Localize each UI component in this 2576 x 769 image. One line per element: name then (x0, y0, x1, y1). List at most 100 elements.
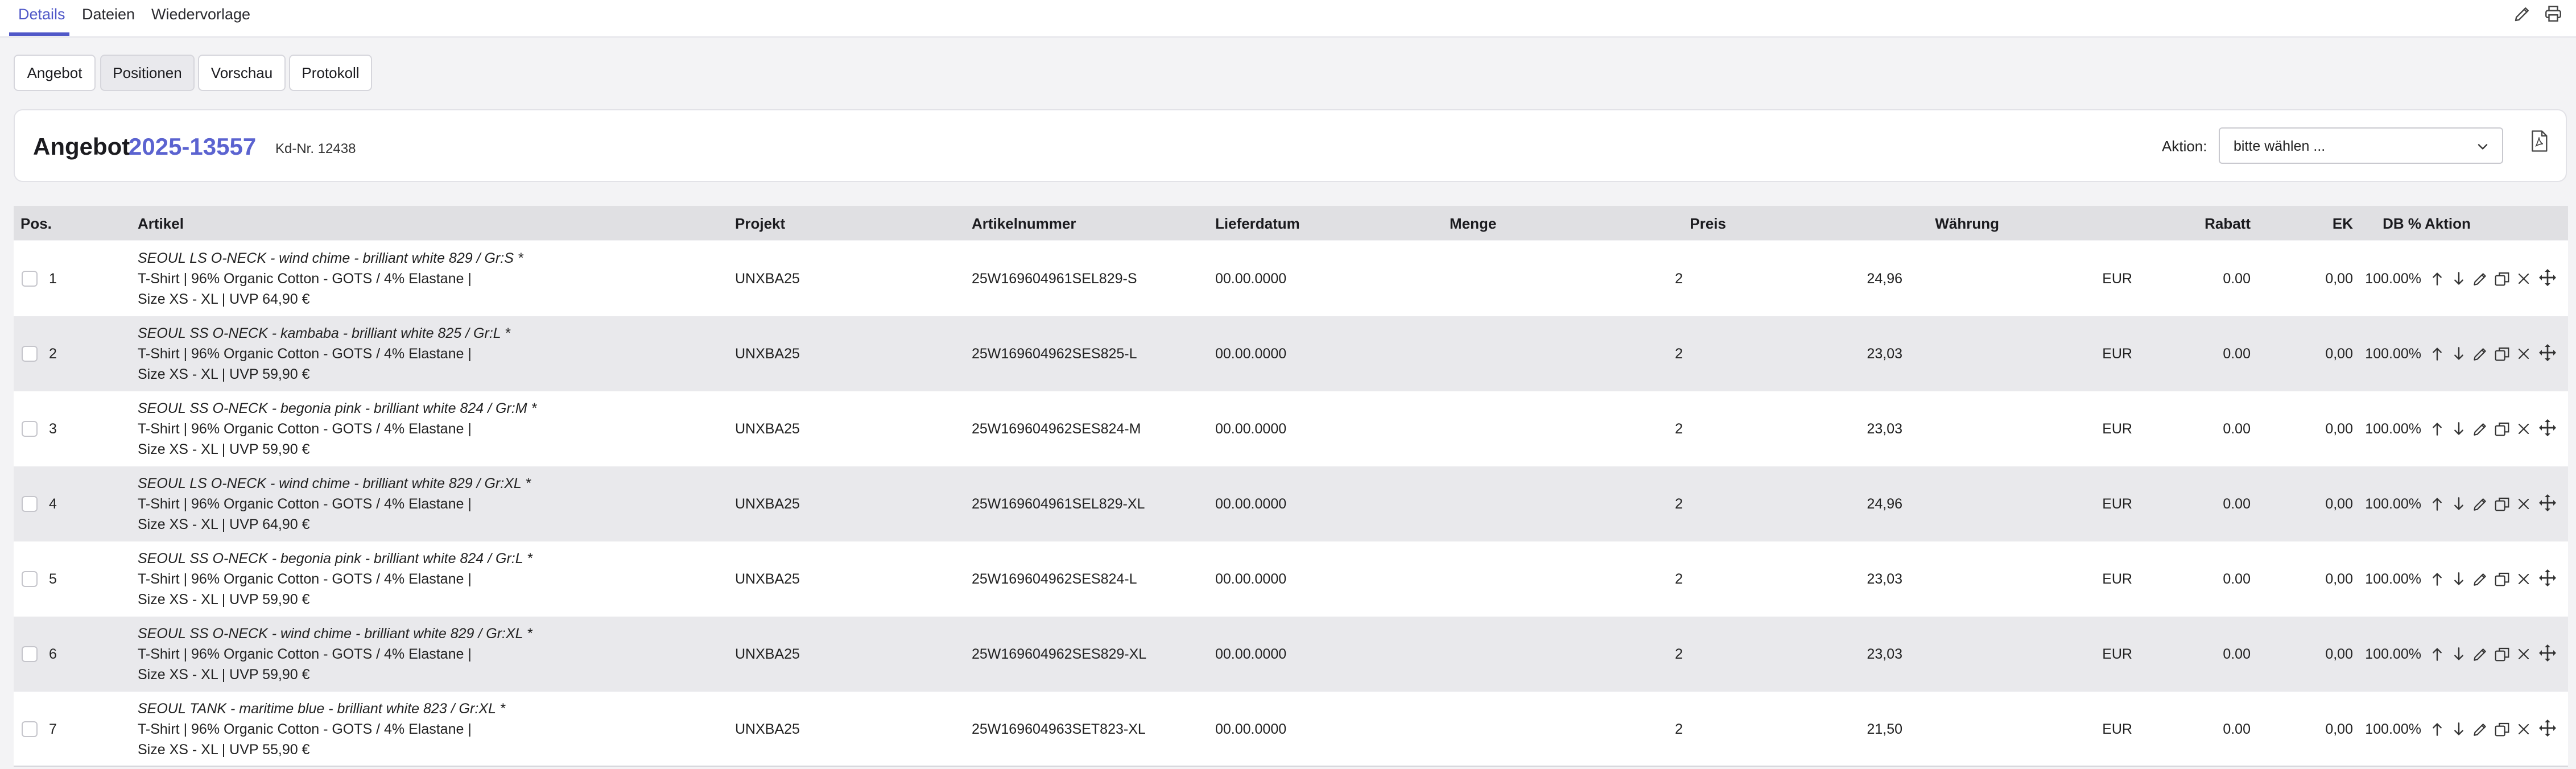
row-checkbox[interactable] (22, 496, 38, 512)
pencil-icon[interactable] (2471, 495, 2490, 513)
subtab-protokoll[interactable]: Protokoll (289, 55, 372, 91)
row-ek: 0,00 (2325, 421, 2353, 437)
table-row: 6 SEOUL SS O-NECK - wind chime - brillia… (14, 617, 2568, 692)
row-pos: 4 (49, 496, 57, 512)
arrow-down-icon[interactable] (2450, 645, 2468, 663)
row-ek: 0,00 (2325, 271, 2353, 287)
pdf-document-icon[interactable] (2529, 130, 2549, 152)
row-waehrung: EUR (2102, 646, 2132, 662)
row-checkbox[interactable] (22, 346, 38, 362)
row-projekt: UNXBA25 (735, 646, 800, 662)
row-rabatt: 0.00 (2223, 271, 2251, 287)
row-artikelnummer: 25W169604963SET823-XL (972, 721, 1146, 737)
close-icon[interactable] (2515, 495, 2533, 513)
tab-details[interactable]: Details (18, 6, 65, 23)
row-rabatt: 0.00 (2223, 571, 2251, 587)
row-ek: 0,00 (2325, 571, 2353, 587)
row-menge: 2 (1675, 646, 1683, 662)
arrow-up-icon[interactable] (2428, 270, 2446, 288)
row-projekt: UNXBA25 (735, 271, 800, 287)
arrow-down-icon[interactable] (2450, 420, 2468, 438)
copy-icon[interactable] (2493, 270, 2511, 288)
tab-wiedervorlage[interactable]: Wiedervorlage (151, 6, 250, 23)
row-lieferdatum: 00.00.0000 (1215, 646, 1287, 662)
row-checkbox[interactable] (22, 421, 38, 437)
row-preis: 23,03 (1867, 571, 1902, 587)
col-waehrung: Währung (1935, 215, 1999, 232)
page-title: Angebot (33, 133, 130, 160)
pencil-icon[interactable] (2471, 570, 2490, 588)
printer-icon[interactable] (2543, 3, 2563, 24)
row-rabatt: 0.00 (2223, 496, 2251, 512)
offer-header: Angebot 2025-13557 Kd-Nr. 12438 Aktion: … (14, 109, 2567, 182)
col-lieferdatum: Lieferdatum (1215, 215, 1300, 232)
row-checkbox[interactable] (22, 721, 38, 737)
arrow-down-icon[interactable] (2450, 495, 2468, 513)
pencil-icon[interactable] (2512, 3, 2533, 24)
action-select[interactable]: bitte wählen ... (2219, 127, 2503, 164)
row-ek: 0,00 (2325, 346, 2353, 362)
copy-icon[interactable] (2493, 495, 2511, 513)
close-icon[interactable] (2515, 270, 2533, 288)
close-icon[interactable] (2515, 570, 2533, 588)
move-icon[interactable] (2536, 717, 2559, 739)
col-pos: Pos. (20, 215, 52, 232)
row-db: 100.00% (2365, 421, 2421, 437)
row-article-title: SEOUL SS O-NECK - kambaba - brilliant wh… (138, 325, 510, 341)
move-icon[interactable] (2536, 491, 2559, 514)
close-icon[interactable] (2515, 345, 2533, 363)
row-ek: 0,00 (2325, 721, 2353, 737)
row-menge: 2 (1675, 271, 1683, 287)
arrow-up-icon[interactable] (2428, 495, 2446, 513)
row-pos: 7 (49, 721, 57, 737)
subtab-vorschau[interactable]: Vorschau (198, 55, 286, 91)
pencil-icon[interactable] (2471, 270, 2490, 288)
subtab-positionen[interactable]: Positionen (100, 55, 195, 91)
row-article-desc: T-Shirt | 96% Organic Cotton - GOTS / 4%… (138, 421, 472, 437)
row-rabatt: 0.00 (2223, 646, 2251, 662)
arrow-down-icon[interactable] (2450, 270, 2468, 288)
row-checkbox[interactable] (22, 571, 38, 587)
close-icon[interactable] (2515, 720, 2533, 738)
pencil-icon[interactable] (2471, 645, 2490, 663)
move-icon[interactable] (2536, 567, 2559, 589)
arrow-down-icon[interactable] (2450, 345, 2468, 363)
row-preis: 24,96 (1867, 496, 1902, 512)
arrow-down-icon[interactable] (2450, 570, 2468, 588)
move-icon[interactable] (2536, 266, 2559, 289)
row-checkbox[interactable] (22, 271, 38, 287)
arrow-up-icon[interactable] (2428, 570, 2446, 588)
copy-icon[interactable] (2493, 345, 2511, 363)
arrow-up-icon[interactable] (2428, 345, 2446, 363)
arrow-up-icon[interactable] (2428, 645, 2446, 663)
row-article-desc: T-Shirt | 96% Organic Cotton - GOTS / 4%… (138, 721, 472, 737)
arrow-up-icon[interactable] (2428, 720, 2446, 738)
move-icon[interactable] (2536, 416, 2559, 439)
arrow-down-icon[interactable] (2450, 720, 2468, 738)
tab-dateien[interactable]: Dateien (82, 6, 135, 23)
pencil-icon[interactable] (2471, 345, 2490, 363)
copy-icon[interactable] (2493, 645, 2511, 663)
row-projekt: UNXBA25 (735, 496, 800, 512)
pencil-icon[interactable] (2471, 420, 2490, 438)
row-ek: 0,00 (2325, 646, 2353, 662)
row-article-size: Size XS - XL | UVP 59,90 € (138, 667, 310, 683)
row-ek: 0,00 (2325, 496, 2353, 512)
pencil-icon[interactable] (2471, 720, 2490, 738)
row-article-desc: T-Shirt | 96% Organic Cotton - GOTS / 4%… (138, 571, 472, 587)
subtab-angebot[interactable]: Angebot (14, 55, 96, 91)
row-menge: 2 (1675, 721, 1683, 737)
copy-icon[interactable] (2493, 570, 2511, 588)
close-icon[interactable] (2515, 420, 2533, 438)
close-icon[interactable] (2515, 645, 2533, 663)
row-checkbox[interactable] (22, 646, 38, 662)
row-waehrung: EUR (2102, 271, 2132, 287)
move-icon[interactable] (2536, 341, 2559, 364)
copy-icon[interactable] (2493, 420, 2511, 438)
arrow-up-icon[interactable] (2428, 420, 2446, 438)
row-pos: 5 (49, 571, 57, 587)
move-icon[interactable] (2536, 642, 2559, 664)
action-label: Aktion: (2162, 138, 2207, 155)
row-article-title: SEOUL SS O-NECK - begonia pink - brillia… (138, 400, 537, 416)
copy-icon[interactable] (2493, 720, 2511, 738)
